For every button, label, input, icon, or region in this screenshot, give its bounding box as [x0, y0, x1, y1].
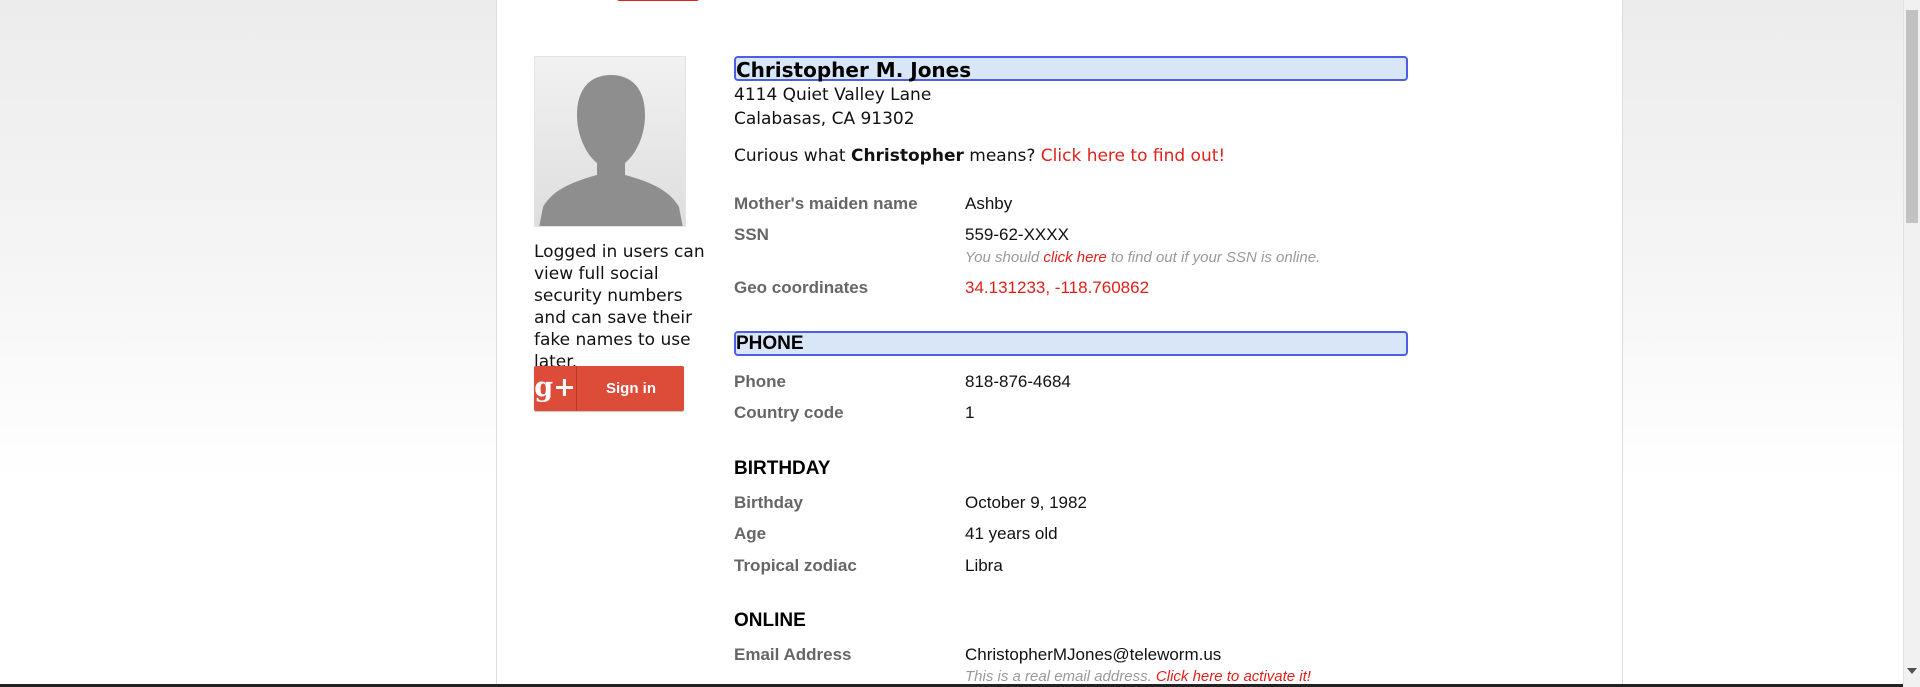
address-line-1: 4114 Quiet Valley Lane: [734, 85, 932, 105]
country-code-label: Country code: [734, 403, 844, 422]
scroll-down-arrow-icon[interactable]: [1907, 668, 1917, 674]
scrollbar-thumb[interactable]: [1906, 10, 1918, 223]
phone-highlight: [734, 331, 1408, 356]
zodiac-value: Libra: [965, 556, 1003, 575]
phone-value: 818-876-4684: [965, 372, 1071, 391]
birthday-section-title: BIRTHDAY: [734, 458, 831, 479]
sidebar-note: Logged in users can view full social sec…: [534, 242, 705, 372]
curious-prefix: Curious what: [734, 146, 851, 166]
email-activate-link[interactable]: Click here to activate it!: [1156, 668, 1311, 685]
country-code-value: 1: [965, 403, 975, 422]
google-plus-icon: g+: [534, 366, 577, 411]
birthday-value: October 9, 1982: [965, 493, 1087, 512]
email-label: Email Address: [734, 645, 852, 664]
name-meaning-link[interactable]: Click here to find out!: [1041, 146, 1225, 166]
ssn-note-suffix: to find out if your SSN is online.: [1106, 249, 1321, 266]
top-red-button[interactable]: [616, 0, 700, 1]
curious-first-name: Christopher: [850, 146, 964, 166]
age-value: 41 years old: [965, 524, 1058, 543]
email-note-prefix: This is a real email address.: [965, 668, 1156, 685]
ssn-note-prefix: You should: [965, 249, 1044, 266]
phone-section-title: PHONE: [736, 333, 804, 354]
age-label: Age: [734, 524, 767, 543]
ssn-label: SSN: [734, 225, 769, 244]
google-signin-button[interactable]: g+ Sign in: [534, 366, 684, 411]
email-value: ChristopherMJones@teleworm.us: [965, 645, 1222, 664]
avatar-placeholder-icon: [534, 56, 686, 227]
ssn-note: You should click here to find out if you…: [965, 248, 1320, 268]
phone-label: Phone: [734, 372, 786, 391]
vertical-scrollbar[interactable]: [1903, 0, 1920, 687]
maiden-name-value: Ashby: [965, 194, 1013, 213]
address-line-2: Calabasas, CA 91302: [734, 109, 915, 129]
birthday-label: Birthday: [734, 493, 803, 512]
person-name: Christopher M. Jones: [736, 58, 972, 82]
geo-coordinates-link[interactable]: 34.131233, -118.760862: [965, 276, 1149, 300]
curious-suffix: means?: [963, 146, 1041, 166]
ssn-value: 559-62-XXXX: [965, 225, 1069, 244]
geo-label: Geo coordinates: [734, 278, 869, 297]
maiden-name-label: Mother's maiden name: [734, 194, 918, 213]
signin-label: Sign in: [606, 380, 656, 397]
zodiac-label: Tropical zodiac: [734, 556, 857, 575]
name-meaning-prompt: Curious what Christopher means? Click he…: [734, 144, 1225, 168]
online-section-title: ONLINE: [734, 610, 806, 631]
ssn-check-link[interactable]: click here: [1043, 249, 1106, 266]
